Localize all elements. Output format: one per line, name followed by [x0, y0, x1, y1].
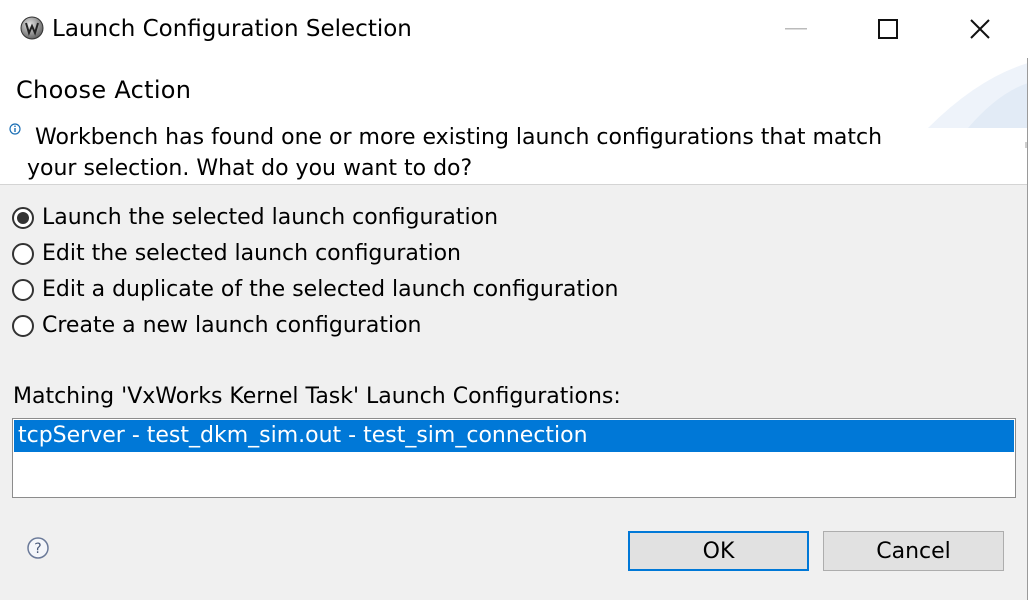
- info-icon: [9, 123, 21, 135]
- title-bar: Launch Configuration Selection: [0, 0, 1028, 58]
- header-title: Choose Action: [16, 76, 192, 104]
- close-icon: [970, 19, 990, 39]
- radio-create-new[interactable]: Create a new launch configuration: [12, 308, 619, 344]
- radio-button[interactable]: [12, 315, 34, 337]
- minimize-icon: [785, 28, 807, 30]
- header-message: Workbench has found one or more existing…: [27, 122, 927, 184]
- radio-button[interactable]: [12, 279, 34, 301]
- radio-button[interactable]: [12, 243, 34, 265]
- svg-text:?: ?: [34, 541, 41, 557]
- wind-river-workbench-icon: [20, 16, 44, 40]
- action-radio-group: Launch the selected launch configuration…: [12, 200, 619, 344]
- radio-label[interactable]: Create a new launch configuration: [42, 311, 421, 341]
- maximize-button[interactable]: [842, 0, 934, 58]
- matching-configurations-label: Matching 'VxWorks Kernel Task' Launch Co…: [13, 384, 621, 409]
- help-icon[interactable]: ?: [26, 536, 50, 560]
- radio-launch-selected[interactable]: Launch the selected launch configuration: [12, 200, 619, 236]
- radio-label[interactable]: Edit a duplicate of the selected launch …: [42, 275, 619, 305]
- radio-edit-selected[interactable]: Edit the selected launch configuration: [12, 236, 619, 272]
- radio-label[interactable]: Edit the selected launch configuration: [42, 239, 461, 269]
- list-item[interactable]: tcpServer - test_dkm_sim.out - test_sim_…: [14, 420, 1014, 452]
- ok-button[interactable]: OK: [628, 531, 809, 571]
- minimize-button[interactable]: [750, 0, 842, 58]
- window-title: Launch Configuration Selection: [52, 16, 412, 42]
- radio-selected-dot: [17, 212, 29, 224]
- radio-label[interactable]: Launch the selected launch configuration: [42, 203, 498, 233]
- radio-edit-duplicate[interactable]: Edit a duplicate of the selected launch …: [12, 272, 619, 308]
- radio-button[interactable]: [12, 207, 34, 229]
- header-message-line-2: your selection. What do you want to do?: [27, 156, 473, 181]
- maximize-icon: [878, 19, 898, 39]
- close-button[interactable]: [934, 0, 1026, 58]
- dialog-header: Choose Action Workbench has found one or…: [0, 58, 1028, 185]
- configurations-list[interactable]: tcpServer - test_dkm_sim.out - test_sim_…: [12, 418, 1016, 498]
- header-message-line-1: Workbench has found one or more existing…: [35, 125, 883, 150]
- banner-decoration: [928, 63, 1028, 128]
- cancel-button[interactable]: Cancel: [823, 531, 1004, 571]
